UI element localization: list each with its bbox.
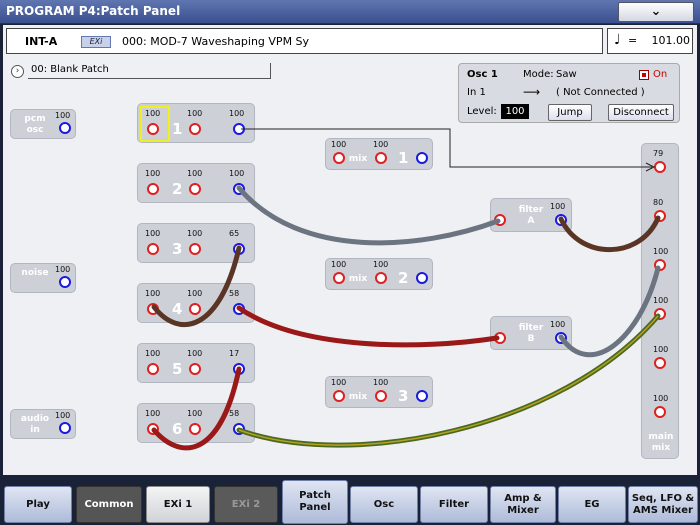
- tab-patch-panel[interactable]: Patch Panel: [282, 480, 348, 524]
- cable-layer: [151, 128, 661, 451]
- tab-seq-lfo-ams-mixer[interactable]: Seq, LFO & AMS Mixer: [628, 486, 698, 523]
- tab-exi-1[interactable]: EXi 1: [146, 486, 210, 523]
- cable-osc1-to-mainmix: [241, 128, 652, 168]
- tab-common[interactable]: Common: [76, 486, 142, 523]
- cable-osc2-to-filterA: [236, 185, 501, 246]
- cable-osc5-to-osc6: [151, 366, 242, 451]
- cable-filterB-to-mainmix: [558, 265, 661, 358]
- tab-exi-2[interactable]: EXi 2: [214, 486, 278, 523]
- cable-filterA-to-mainmix: [558, 215, 661, 252]
- tab-play[interactable]: Play: [4, 486, 72, 523]
- tab-amp-mixer[interactable]: Amp & Mixer: [490, 486, 556, 523]
- cable-osc4-to-filterB: [236, 305, 500, 348]
- tab-osc[interactable]: Osc: [350, 486, 418, 523]
- tab-bar: Play Common EXi 1 EXi 2 Patch Panel Osc Filter…: [0, 478, 700, 525]
- tab-filter[interactable]: Filter: [420, 486, 488, 523]
- cable-osc3-to-osc4: [151, 245, 242, 327]
- tab-eg[interactable]: EG: [558, 486, 626, 523]
